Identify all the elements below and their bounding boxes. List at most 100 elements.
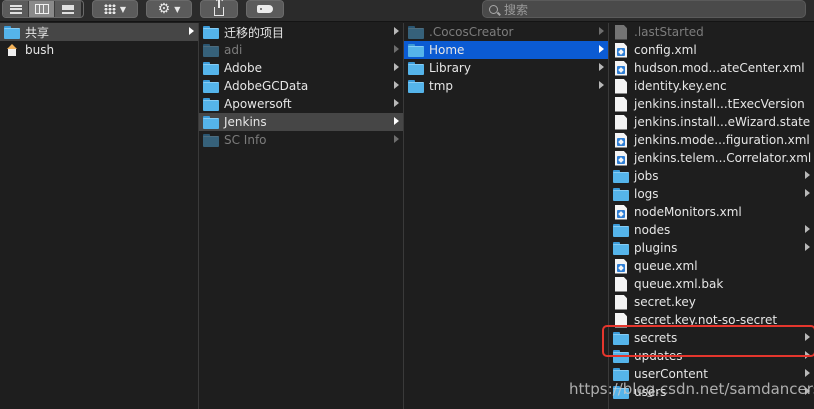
disclosure-arrow-icon [599,81,604,89]
folder-row[interactable]: tmp [404,77,608,95]
item-label: bush [25,43,55,57]
share-button[interactable] [200,0,238,18]
file-row[interactable]: jenkins.telem...Correlator.xml [609,149,814,167]
action-menu-button[interactable]: ⚙ ▼ [146,0,192,18]
disclosure-arrow-icon [394,117,399,125]
item-label: identity.key.enc [634,79,727,93]
file-row[interactable]: jenkins.mode...figuration.xml [609,131,814,149]
item-label: tmp [429,79,454,93]
file-row[interactable]: hudson.mod...ateCenter.xml [609,59,814,77]
file-row[interactable]: jenkins.install...tExecVersion [609,95,814,113]
share-icon [214,0,224,16]
item-label: Library [429,61,471,75]
folder-icon [613,242,629,255]
file-row[interactable]: queue.xml [609,257,814,275]
browser-column-1[interactable]: 共享 bush [0,23,198,409]
folder-icon [203,62,219,75]
folder-row[interactable]: Adobe [199,59,403,77]
folder-icon [203,116,219,129]
item-label: adi [224,43,243,57]
folder-icon [408,62,424,75]
folder-icon [4,26,20,39]
item-label: queue.xml [634,259,698,273]
gallery-view-button[interactable] [55,1,81,17]
folder-row[interactable]: AdobeGCData [199,77,403,95]
folder-row[interactable]: .CocosCreator [404,23,608,41]
xml-file-icon [615,132,627,148]
disclosure-arrow-icon [394,27,399,35]
document-icon [615,312,627,328]
item-label: secret.key.not-so-secret [634,313,778,327]
disclosure-arrow-icon [394,81,399,89]
item-label: jobs [634,169,659,183]
folder-icon [613,170,629,183]
home-icon [6,44,18,56]
document-icon [615,78,627,94]
browser-column-4[interactable]: .lastStarted config.xml hudson.mod...ateCe… [609,23,814,409]
folder-row[interactable]: nodes [609,221,814,239]
disclosure-arrow-icon [805,243,810,251]
folder-icon [613,368,629,381]
document-icon [615,294,627,310]
file-row[interactable]: secret.key [609,293,814,311]
disclosure-arrow-icon [599,63,604,71]
item-label: Home [429,43,465,57]
finder-toolbar: ▼ ⚙ ▼ 搜索 [0,0,814,22]
file-row[interactable]: bush [0,41,198,59]
tag-button[interactable] [246,0,284,18]
folder-row[interactable]: plugins [609,239,814,257]
disclosure-arrow-icon [394,45,399,53]
browser-column-3[interactable]: .CocosCreator Home Library tmp [404,23,608,409]
search-field[interactable]: 搜索 [482,0,806,18]
item-label: secret.key [634,295,696,309]
folder-row[interactable]: 共享 [0,23,198,41]
browser-column-2[interactable]: 迁移的项目 adi Adobe AdobeGCData Apowersoft Jenkin… [199,23,403,409]
folder-row[interactable]: Apowersoft [199,95,403,113]
folder-row[interactable]: Home [404,41,608,59]
folder-row[interactable]: secrets [609,329,814,347]
file-row[interactable]: .lastStarted [609,23,814,41]
folder-icon [203,26,219,39]
xml-file-icon [615,258,627,274]
folder-row[interactable]: 迁移的项目 [199,23,403,41]
item-label: config.xml [634,43,697,57]
document-icon [615,114,627,130]
file-row[interactable]: queue.xml.bak [609,275,814,293]
file-row[interactable]: identity.key.enc [609,77,814,95]
chevron-down-icon: ▼ [119,4,127,14]
item-label: jenkins.install...tExecVersion [634,97,805,111]
document-icon [615,276,627,292]
file-row[interactable]: config.xml [609,41,814,59]
file-row[interactable]: secret.key.not-so-secret [609,311,814,329]
folder-row[interactable]: adi [199,41,403,59]
disclosure-arrow-icon [805,333,810,341]
grid-icon [103,4,116,14]
folder-icon [408,26,424,39]
folder-row[interactable]: Jenkins [199,113,403,131]
watermark-text: https://blog.csdn.net/samdancers [569,380,814,398]
gear-icon: ⚙ [157,1,171,17]
item-label: updates [634,349,683,363]
group-by-button[interactable]: ▼ [92,0,138,18]
folder-row[interactable]: jobs [609,167,814,185]
file-row[interactable]: nodeMonitors.xml [609,203,814,221]
disclosure-arrow-icon [599,45,604,53]
folder-row[interactable]: logs [609,185,814,203]
folder-row[interactable]: Library [404,59,608,77]
column-view-icon [34,4,49,14]
list-view-icon [9,4,22,14]
file-row[interactable]: jenkins.install...eWizard.state [609,113,814,131]
folder-row[interactable]: SC Info [199,131,403,149]
folder-row[interactable]: updates [609,347,814,365]
folder-icon [613,332,629,345]
item-label: SC Info [224,133,267,147]
column-view-button[interactable] [29,1,55,17]
item-label: 共享 [25,25,50,40]
xml-file-icon [615,150,627,166]
view-mode-segmented-control[interactable] [2,0,84,18]
xml-file-icon [615,60,627,76]
item-label: jenkins.install...eWizard.state [634,115,811,129]
list-view-button[interactable] [3,1,29,17]
item-label: jenkins.telem...Correlator.xml [634,151,812,165]
item-label: .lastStarted [634,25,704,39]
